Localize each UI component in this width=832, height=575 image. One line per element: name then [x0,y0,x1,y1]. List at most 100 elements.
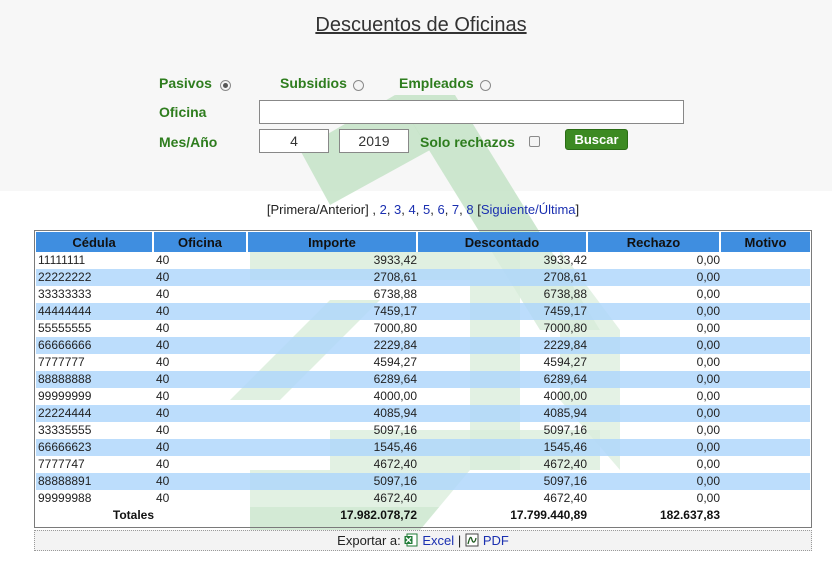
pager-page-5[interactable]: 5 [423,202,430,217]
table-row: 88888891 40 5097,16 5097,16 0,00 [36,473,810,490]
col-header-descontado[interactable]: Descontado [418,232,588,252]
export-excel-link[interactable]: Excel [422,533,454,548]
cell-descontado: 5097,16 [418,473,588,490]
buscar-button[interactable]: Buscar [565,129,628,150]
pager-first-prev[interactable]: [Primera/Anterior] [267,202,369,217]
cell-descontado: 4672,40 [418,490,588,507]
cell-oficina: 40 [154,371,248,388]
cell-rechazo: 0,00 [588,456,721,473]
pasivos-radio[interactable] [220,80,231,91]
totals-motivo [721,507,810,524]
col-header-cedula[interactable]: Cédula [36,232,154,252]
cell-motivo [721,303,810,320]
cell-importe: 4672,40 [248,490,418,507]
cell-motivo [721,286,810,303]
subsidios-radio[interactable] [353,80,364,91]
cell-rechazo: 0,00 [588,269,721,286]
cell-descontado: 2708,61 [418,269,588,286]
subsidios-label: Subsidios [280,75,347,91]
cell-importe: 7000,80 [248,320,418,337]
pager-page-2[interactable]: 2 [380,202,387,217]
cell-motivo [721,371,810,388]
table-row: 99999999 40 4000,00 4000,00 0,00 [36,388,810,405]
pager-page-3[interactable]: 3 [394,202,401,217]
totals-row: Totales 17.982.078,72 17.799.440,89 182.… [36,507,810,524]
cell-descontado: 4594,27 [418,354,588,371]
col-header-oficina[interactable]: Oficina [154,232,248,252]
cell-cedula: 88888888 [36,371,154,388]
cell-oficina: 40 [154,269,248,286]
pager-page-7[interactable]: 7 [452,202,459,217]
cell-importe: 1545,46 [248,439,418,456]
cell-motivo [721,337,810,354]
pager-page-6[interactable]: 6 [437,202,444,217]
totals-importe: 17.982.078,72 [340,508,417,522]
table-row: 66666666 40 2229,84 2229,84 0,00 [36,337,810,354]
col-header-motivo[interactable]: Motivo [721,232,810,252]
excel-icon[interactable] [404,533,418,547]
results-table-frame: Cédula Oficina Importe Descontado Rechaz… [34,230,812,528]
cell-cedula: 44444444 [36,303,154,320]
cell-rechazo: 0,00 [588,371,721,388]
cell-rechazo: 0,00 [588,252,721,269]
cell-rechazo: 0,00 [588,388,721,405]
mes-input[interactable] [259,129,329,153]
table-header-row: Cédula Oficina Importe Descontado Rechaz… [36,232,810,252]
export-bar: Exportar a: Excel | PDF [34,530,812,551]
pager-comma: , [372,202,376,217]
export-pdf-link[interactable]: PDF [483,533,509,548]
cell-cedula: 88888891 [36,473,154,490]
cell-importe: 4594,27 [248,354,418,371]
cell-motivo [721,388,810,405]
cell-cedula: 33333333 [36,286,154,303]
cell-cedula: 66666623 [36,439,154,456]
cell-descontado: 3933,42 [418,252,588,269]
cell-importe: 3933,42 [248,252,418,269]
col-header-rechazo[interactable]: Rechazo [588,232,721,252]
cell-descontado: 6289,64 [418,371,588,388]
results-table: Cédula Oficina Importe Descontado Rechaz… [36,232,810,524]
cell-rechazo: 0,00 [588,286,721,303]
empleados-radio[interactable] [480,80,491,91]
totals-descontado: 17.799.440,89 [510,508,587,522]
cell-motivo [721,456,810,473]
oficina-input[interactable] [259,100,684,124]
cell-motivo [721,490,810,507]
anio-input[interactable] [339,129,409,153]
totals-label: Totales [112,508,154,522]
col-header-importe[interactable]: Importe [248,232,418,252]
cell-descontado: 4000,00 [418,388,588,405]
cell-importe: 4085,94 [248,405,418,422]
cell-descontado: 6738,88 [418,286,588,303]
solo-rechazos-checkbox[interactable] [529,136,540,147]
table-row: 22224444 40 4085,94 4085,94 0,00 [36,405,810,422]
pager-bracket-close: ] [575,202,580,217]
cell-motivo [721,422,810,439]
cell-importe: 6738,88 [248,286,418,303]
export-separator: | [457,533,462,548]
cell-oficina: 40 [154,320,248,337]
cell-oficina: 40 [154,252,248,269]
cell-cedula: 99999999 [36,388,154,405]
cell-descontado: 4085,94 [418,405,588,422]
pager-page-4[interactable]: 4 [409,202,416,217]
cell-oficina: 40 [154,456,248,473]
pdf-icon[interactable] [465,533,479,547]
cell-oficina: 40 [154,337,248,354]
cell-descontado: 7000,80 [418,320,588,337]
pager-next-last[interactable]: Siguiente/Última [481,202,576,217]
table-row: 33333333 40 6738,88 6738,88 0,00 [36,286,810,303]
cell-importe: 5097,16 [248,422,418,439]
cell-cedula: 66666666 [36,337,154,354]
cell-rechazo: 0,00 [588,490,721,507]
cell-importe: 2229,84 [248,337,418,354]
cell-descontado: 5097,16 [418,422,588,439]
table-row: 66666623 40 1545,46 1545,46 0,00 [36,439,810,456]
table-row: 44444444 40 7459,17 7459,17 0,00 [36,303,810,320]
cell-motivo [721,473,810,490]
pager-page-8[interactable]: 8 [466,202,473,217]
cell-cedula: 33335555 [36,422,154,439]
cell-descontado: 1545,46 [418,439,588,456]
cell-oficina: 40 [154,388,248,405]
oficina-label: Oficina [159,104,207,120]
